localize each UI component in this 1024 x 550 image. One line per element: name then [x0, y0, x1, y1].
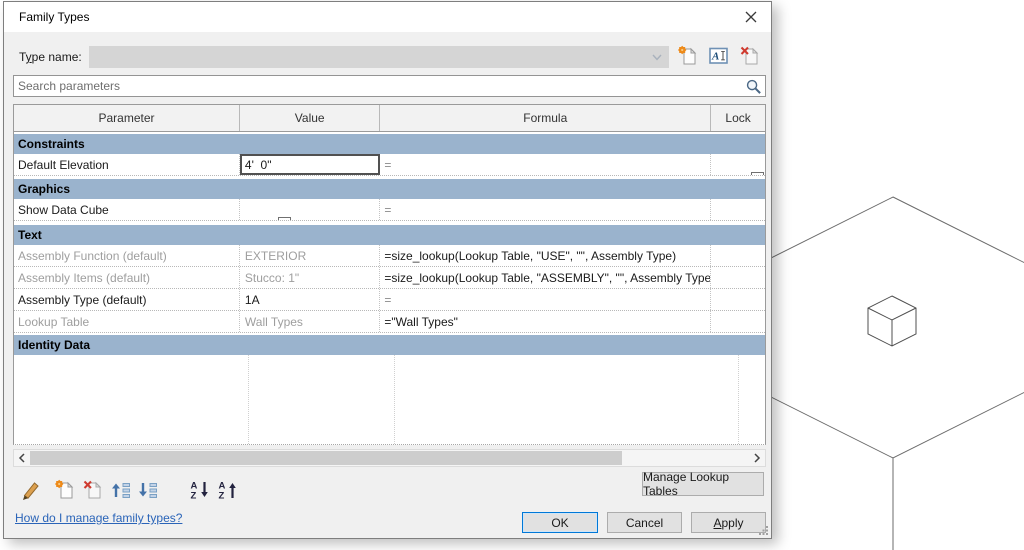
delete-parameter-icon [83, 480, 102, 499]
sort-ascending-button[interactable]: A Z [188, 478, 212, 502]
ok-button[interactable]: OK [522, 512, 598, 533]
search-parameters-box [13, 75, 766, 97]
search-icon [746, 79, 761, 94]
formula-cell[interactable]: ="Wall Types" [380, 311, 711, 332]
table-row: Default Elevation 4' 0" = [14, 154, 765, 176]
empty-rows-area [14, 355, 765, 444]
table-row: Show Data Cube = [14, 199, 765, 221]
table-header-row: Parameter Value Formula Lock [14, 105, 765, 132]
parameter-name: Default Elevation [14, 154, 240, 175]
sort-descending-icon: A Z [219, 481, 236, 502]
value-cell [240, 199, 381, 220]
move-down-button[interactable] [136, 478, 160, 502]
family-types-dialog: Family Types Type name: A Search paramet… [3, 1, 772, 539]
lock-cell [711, 267, 765, 288]
rename-type-icon: A [709, 47, 728, 64]
column-header-parameter[interactable]: Parameter [14, 105, 240, 131]
search-input[interactable] [18, 77, 738, 95]
parameter-name: Show Data Cube [14, 199, 240, 220]
edit-parameter-button[interactable] [18, 478, 42, 502]
scroll-left-button[interactable] [14, 450, 30, 466]
value-cell[interactable]: Wall Types [240, 311, 381, 332]
svg-text:A: A [711, 51, 719, 63]
cancel-button[interactable]: Cancel [607, 512, 682, 533]
scroll-left-icon [18, 453, 25, 463]
parameter-name: Lookup Table [14, 311, 240, 332]
manage-lookup-tables-button[interactable]: Manage Lookup Tables [642, 470, 764, 498]
edit-parameter-icon [23, 482, 39, 500]
new-type-button[interactable] [676, 44, 700, 68]
help-link[interactable]: How do I manage family types? [15, 511, 182, 525]
lock-cell [711, 289, 765, 310]
section-header-identity-data: Identity Data [14, 335, 765, 355]
move-up-icon [112, 483, 130, 498]
lock-cell [711, 311, 765, 332]
table-row: Lookup Table Wall Types ="Wall Types" [14, 311, 765, 333]
delete-type-button[interactable] [738, 44, 762, 68]
value-cell[interactable]: Stucco: 1" [240, 267, 381, 288]
check-icon [752, 173, 764, 175]
chevron-down-icon [652, 54, 662, 61]
lock-cell [711, 245, 765, 266]
value-checkbox[interactable] [278, 217, 292, 220]
new-type-icon [677, 45, 697, 65]
value-cell-selected[interactable]: 4' 0" [239, 154, 381, 175]
formula-cell[interactable]: = [380, 199, 711, 220]
check-icon [279, 218, 291, 220]
dialog-title: Family Types [19, 10, 90, 24]
lock-cell [711, 154, 765, 175]
section-header-graphics: Graphics [14, 179, 765, 199]
parameter-name: Assembly Items (default) [14, 267, 240, 288]
close-icon [745, 11, 757, 23]
table-row: Assembly Items (default) Stucco: 1" =siz… [14, 267, 765, 289]
lock-checkbox[interactable] [751, 172, 765, 175]
horizontal-scrollbar[interactable] [13, 449, 766, 467]
parameter-name: Assembly Function (default) [14, 245, 240, 266]
formula-cell[interactable]: =size_lookup(Lookup Table, "ASSEMBLY", "… [380, 267, 711, 288]
scroll-right-icon [754, 453, 761, 463]
formula-cell[interactable]: = [380, 289, 711, 310]
formula-cell[interactable]: =size_lookup(Lookup Table, "USE", "", As… [380, 245, 711, 266]
column-header-value[interactable]: Value [240, 105, 381, 131]
new-parameter-icon [54, 479, 74, 499]
formula-cell[interactable]: = [380, 154, 711, 175]
svg-text:Z: Z [219, 491, 225, 502]
sort-descending-button[interactable]: A Z [216, 478, 240, 502]
column-header-lock[interactable]: Lock [711, 105, 765, 131]
scroll-right-button[interactable] [749, 450, 765, 466]
parameter-name: Assembly Type (default) [14, 289, 240, 310]
apply-button[interactable]: Apply [691, 512, 766, 533]
type-name-combobox[interactable] [89, 46, 669, 68]
move-down-icon [139, 483, 157, 498]
delete-parameter-button[interactable] [81, 478, 105, 502]
new-parameter-button[interactable] [53, 478, 77, 502]
column-header-formula[interactable]: Formula [380, 105, 712, 131]
rename-type-button[interactable]: A [707, 44, 731, 68]
delete-type-icon [740, 46, 759, 65]
value-cell[interactable]: EXTERIOR [240, 245, 381, 266]
parameter-table: Parameter Value Formula Lock Constraints… [13, 104, 766, 445]
move-up-button[interactable] [109, 478, 133, 502]
sort-ascending-icon: A Z [191, 481, 208, 502]
table-row: Assembly Function (default) EXTERIOR =si… [14, 245, 765, 267]
value-cell[interactable]: 1A [240, 289, 381, 310]
type-name-label: Type name: [19, 50, 82, 64]
table-row: Assembly Type (default) 1A = [14, 289, 765, 311]
close-button[interactable] [737, 7, 765, 27]
lock-cell [711, 199, 765, 220]
revit-workspace: Family Types Type name: A Search paramet… [0, 0, 1024, 550]
section-header-text: Text [14, 225, 765, 245]
dialog-titlebar[interactable]: Family Types [4, 2, 771, 32]
svg-text:Z: Z [191, 491, 197, 502]
section-header-constraints: Constraints [14, 134, 765, 154]
scrollbar-thumb[interactable] [30, 451, 622, 465]
resize-grip[interactable] [758, 525, 769, 536]
